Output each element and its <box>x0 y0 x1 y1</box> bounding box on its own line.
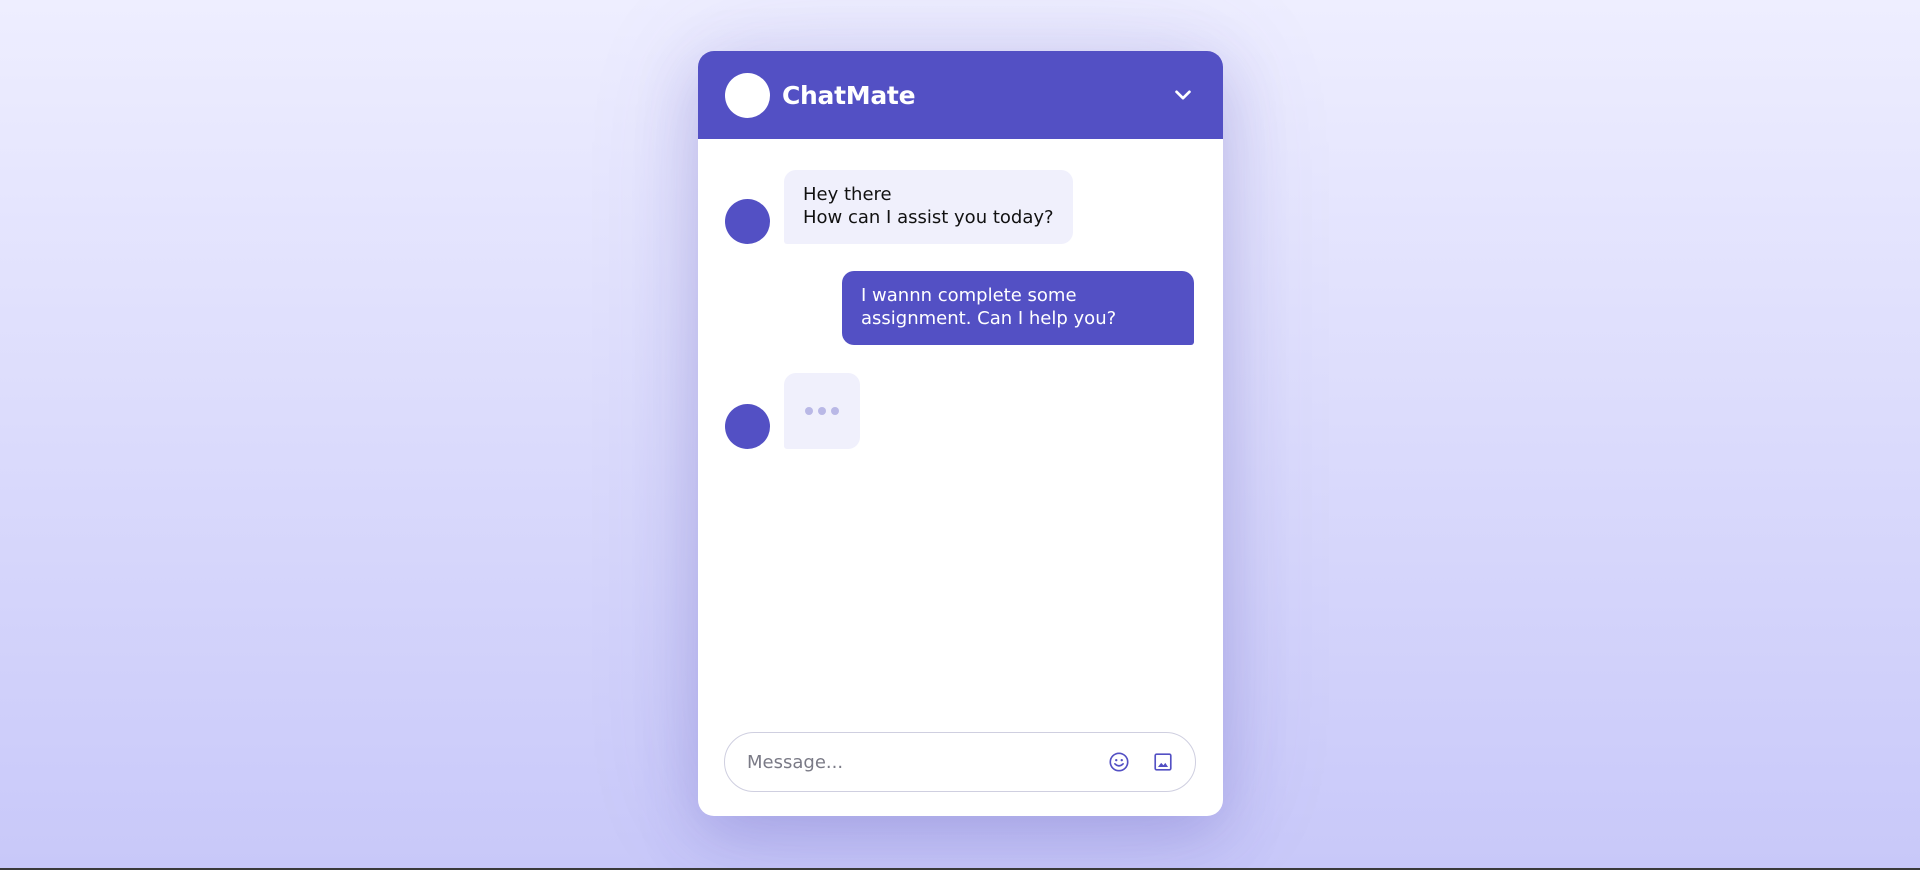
message-line: I wannn complete some <box>861 285 1077 306</box>
collapse-chat-button[interactable] <box>1169 81 1197 109</box>
attach-image-button[interactable] <box>1149 748 1177 776</box>
typing-indicator <box>784 373 860 449</box>
emoji-icon <box>1109 752 1129 772</box>
message-line: How can I assist you today? <box>803 207 1054 228</box>
bot-avatar <box>725 199 770 244</box>
chat-window: ChatMate Hey there How can I assist you … <box>698 51 1223 816</box>
chevron-down-icon <box>1175 90 1191 100</box>
message-composer <box>724 732 1196 792</box>
message-input[interactable] <box>747 751 1089 773</box>
message-list[interactable]: Hey there How can I assist you today? I … <box>698 139 1223 719</box>
image-icon <box>1154 753 1172 771</box>
typing-dot <box>805 407 813 415</box>
bot-avatar <box>725 404 770 449</box>
typing-indicator-row <box>725 373 860 449</box>
user-message-row: I wannn complete some assignment. Can I … <box>842 271 1194 345</box>
user-message-bubble: I wannn complete some assignment. Can I … <box>842 271 1194 345</box>
message-line: assignment. Can I help you? <box>861 308 1117 329</box>
bot-logo-avatar <box>725 72 770 118</box>
message-line: Hey there <box>803 184 892 205</box>
bot-message-bubble: Hey there How can I assist you today? <box>784 170 1073 244</box>
chat-title: ChatMate <box>782 80 916 110</box>
chat-header: ChatMate <box>698 51 1223 139</box>
emoji-button[interactable] <box>1105 748 1133 776</box>
typing-dot <box>831 407 839 415</box>
bot-message-row: Hey there How can I assist you today? <box>725 170 1073 244</box>
typing-dot <box>818 407 826 415</box>
